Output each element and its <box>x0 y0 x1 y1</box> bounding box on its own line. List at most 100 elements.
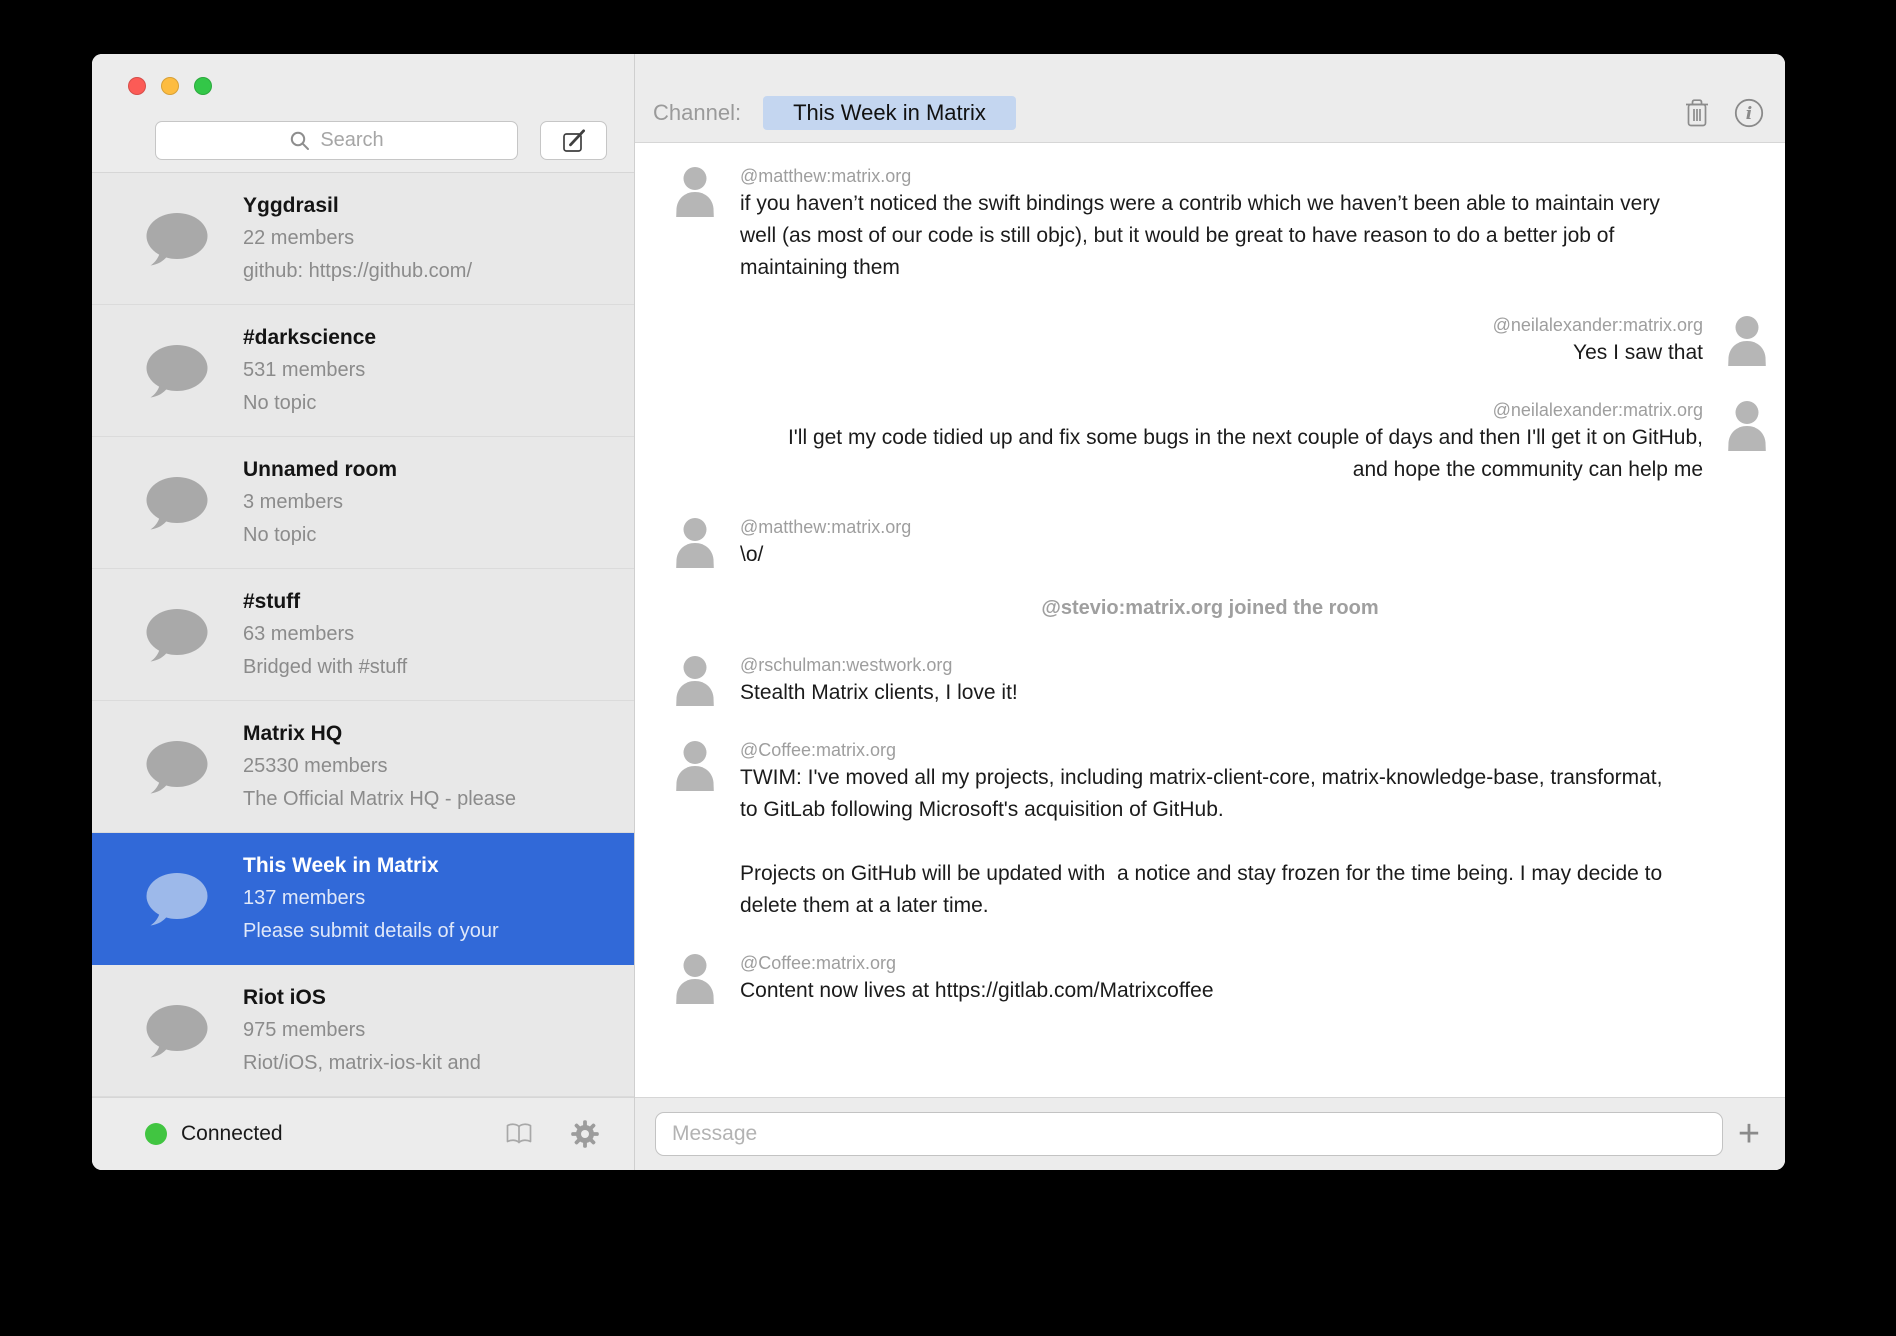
room-meta: Yggdrasil 22 members github: https://git… <box>243 189 634 288</box>
room-list-item[interactable]: Matrix HQ 25330 members The Official Mat… <box>92 701 634 833</box>
gear-icon <box>570 1119 600 1149</box>
window-controls <box>128 77 212 95</box>
compose-button[interactable] <box>540 121 607 160</box>
message-bubble: @Coffee:matrix.org Content now lives at … <box>740 948 1214 1007</box>
search-input[interactable]: Search <box>155 121 518 160</box>
room-topic: Please submit details of your <box>243 915 630 948</box>
message-bubble: @rschulman:westwork.org Stealth Matrix c… <box>740 650 1018 709</box>
user-avatar-icon <box>667 948 723 1004</box>
message-bubble: @matthew:matrix.org if you haven’t notic… <box>740 161 1680 284</box>
user-avatar-icon <box>667 650 723 706</box>
channel-name-chip[interactable]: This Week in Matrix <box>763 96 1016 130</box>
message-text: \o/ <box>740 539 911 571</box>
chat-header: Channel: This Week in Matrix <box>635 54 1785 143</box>
room-list-item[interactable]: #darkscience 531 members No topic <box>92 305 634 437</box>
room-topic: No topic <box>243 519 630 552</box>
message-input[interactable] <box>655 1112 1723 1156</box>
user-avatar-icon <box>667 735 723 791</box>
message-text: Yes I saw that <box>1493 337 1703 369</box>
sidebar: Search Yggdrasil 22 members github: http… <box>92 54 635 1170</box>
message-text: if you haven’t noticed the swift binding… <box>740 188 1680 284</box>
chat-message: @neilalexander:matrix.org Yes I saw that <box>635 310 1785 369</box>
room-avatar-bubble-icon <box>144 342 210 400</box>
message-bubble: @neilalexander:matrix.org I'll get my co… <box>763 395 1703 486</box>
search-icon <box>289 130 311 152</box>
message-sender: @Coffee:matrix.org <box>740 738 1680 762</box>
message-sender: @neilalexander:matrix.org <box>763 398 1703 422</box>
room-list-item[interactable]: Unnamed room 3 members No topic <box>92 437 634 569</box>
room-info-button[interactable]: i <box>1733 97 1765 129</box>
room-list-item[interactable]: This Week in Matrix 137 members Please s… <box>92 833 634 965</box>
room-name: This Week in Matrix <box>243 849 630 882</box>
room-meta: This Week in Matrix 137 members Please s… <box>243 849 634 948</box>
delete-room-button[interactable] <box>1683 97 1711 129</box>
room-meta: Matrix HQ 25330 members The Official Mat… <box>243 717 634 816</box>
compose-icon <box>561 128 587 154</box>
chat-message: @matthew:matrix.org \o/ <box>635 512 1785 571</box>
room-topic: No topic <box>243 387 630 420</box>
room-name: Unnamed room <box>243 453 630 486</box>
chat-message: @Coffee:matrix.org TWIM: I've moved all … <box>635 735 1785 922</box>
message-bubble: @neilalexander:matrix.org Yes I saw that <box>1493 310 1703 369</box>
svg-text:i: i <box>1746 104 1752 124</box>
room-list-item[interactable]: Yggdrasil 22 members github: https://git… <box>92 173 634 305</box>
channel-label: Channel: <box>653 100 741 126</box>
zoom-button[interactable] <box>194 77 212 95</box>
message-text: Content now lives at https://gitlab.com/… <box>740 975 1214 1007</box>
message-sender: @neilalexander:matrix.org <box>1493 313 1703 337</box>
room-avatar-bubble-icon <box>144 474 210 532</box>
room-name: #stuff <box>243 585 630 618</box>
message-bubble: @matthew:matrix.org \o/ <box>740 512 911 571</box>
room-topic: The Official Matrix HQ - please <box>243 783 630 816</box>
user-avatar-icon <box>1719 395 1775 451</box>
room-member-count: 25330 members <box>243 750 630 783</box>
room-meta: Riot iOS 975 members Riot/iOS, matrix-io… <box>243 981 634 1080</box>
chat-message: @Coffee:matrix.org Content now lives at … <box>635 948 1785 1007</box>
info-icon: i <box>1733 97 1765 129</box>
search-placeholder: Search <box>320 129 383 152</box>
user-avatar-icon <box>667 512 723 568</box>
room-avatar-bubble-icon <box>144 870 210 928</box>
room-member-count: 531 members <box>243 354 630 387</box>
trash-icon <box>1683 97 1711 129</box>
close-button[interactable] <box>128 77 146 95</box>
room-topic: Bridged with #stuff <box>243 651 630 684</box>
room-topic: github: https://github.com/ <box>243 255 630 288</box>
room-avatar-bubble-icon <box>144 210 210 268</box>
sidebar-toolbar: Search <box>92 54 634 173</box>
room-topic: Riot/iOS, matrix-ios-kit and <box>243 1047 630 1080</box>
room-list: Yggdrasil 22 members github: https://git… <box>92 173 634 1097</box>
sidebar-status-bar: Connected <box>92 1097 634 1170</box>
room-event-notice: @stevio:matrix.org joined the room <box>635 597 1785 620</box>
chat-message: @neilalexander:matrix.org I'll get my co… <box>635 395 1785 486</box>
room-name: Riot iOS <box>243 981 630 1014</box>
connection-status-dot <box>145 1123 167 1145</box>
connection-status-label: Connected <box>181 1122 283 1146</box>
room-name: Matrix HQ <box>243 717 630 750</box>
chat-message: @rschulman:westwork.org Stealth Matrix c… <box>635 650 1785 709</box>
message-text: Stealth Matrix clients, I love it! <box>740 677 1018 709</box>
user-avatar-icon <box>667 161 723 217</box>
room-member-count: 975 members <box>243 1014 630 1047</box>
settings-button[interactable] <box>570 1119 600 1149</box>
room-member-count: 22 members <box>243 222 630 255</box>
room-list-item[interactable]: Riot iOS 975 members Riot/iOS, matrix-io… <box>92 965 634 1097</box>
room-avatar-bubble-icon <box>144 1002 210 1060</box>
minimize-button[interactable] <box>161 77 179 95</box>
app-window: Search Yggdrasil 22 members github: http… <box>92 54 1785 1170</box>
message-timeline: @matthew:matrix.org if you haven’t notic… <box>635 143 1785 1097</box>
message-sender: @matthew:matrix.org <box>740 164 1680 188</box>
message-text: TWIM: I've moved all my projects, includ… <box>740 762 1680 922</box>
book-icon <box>504 1122 534 1146</box>
message-sender: @rschulman:westwork.org <box>740 653 1018 677</box>
message-sender: @matthew:matrix.org <box>740 515 911 539</box>
room-list-item[interactable]: #stuff 63 members Bridged with #stuff <box>92 569 634 701</box>
room-meta: #darkscience 531 members No topic <box>243 321 634 420</box>
message-sender: @Coffee:matrix.org <box>740 951 1214 975</box>
room-name: #darkscience <box>243 321 630 354</box>
directory-button[interactable] <box>504 1122 534 1146</box>
add-attachment-button[interactable]: + <box>1723 1112 1775 1156</box>
message-bubble: @Coffee:matrix.org TWIM: I've moved all … <box>740 735 1680 922</box>
room-name: Yggdrasil <box>243 189 630 222</box>
chat-message: @matthew:matrix.org if you haven’t notic… <box>635 161 1785 284</box>
